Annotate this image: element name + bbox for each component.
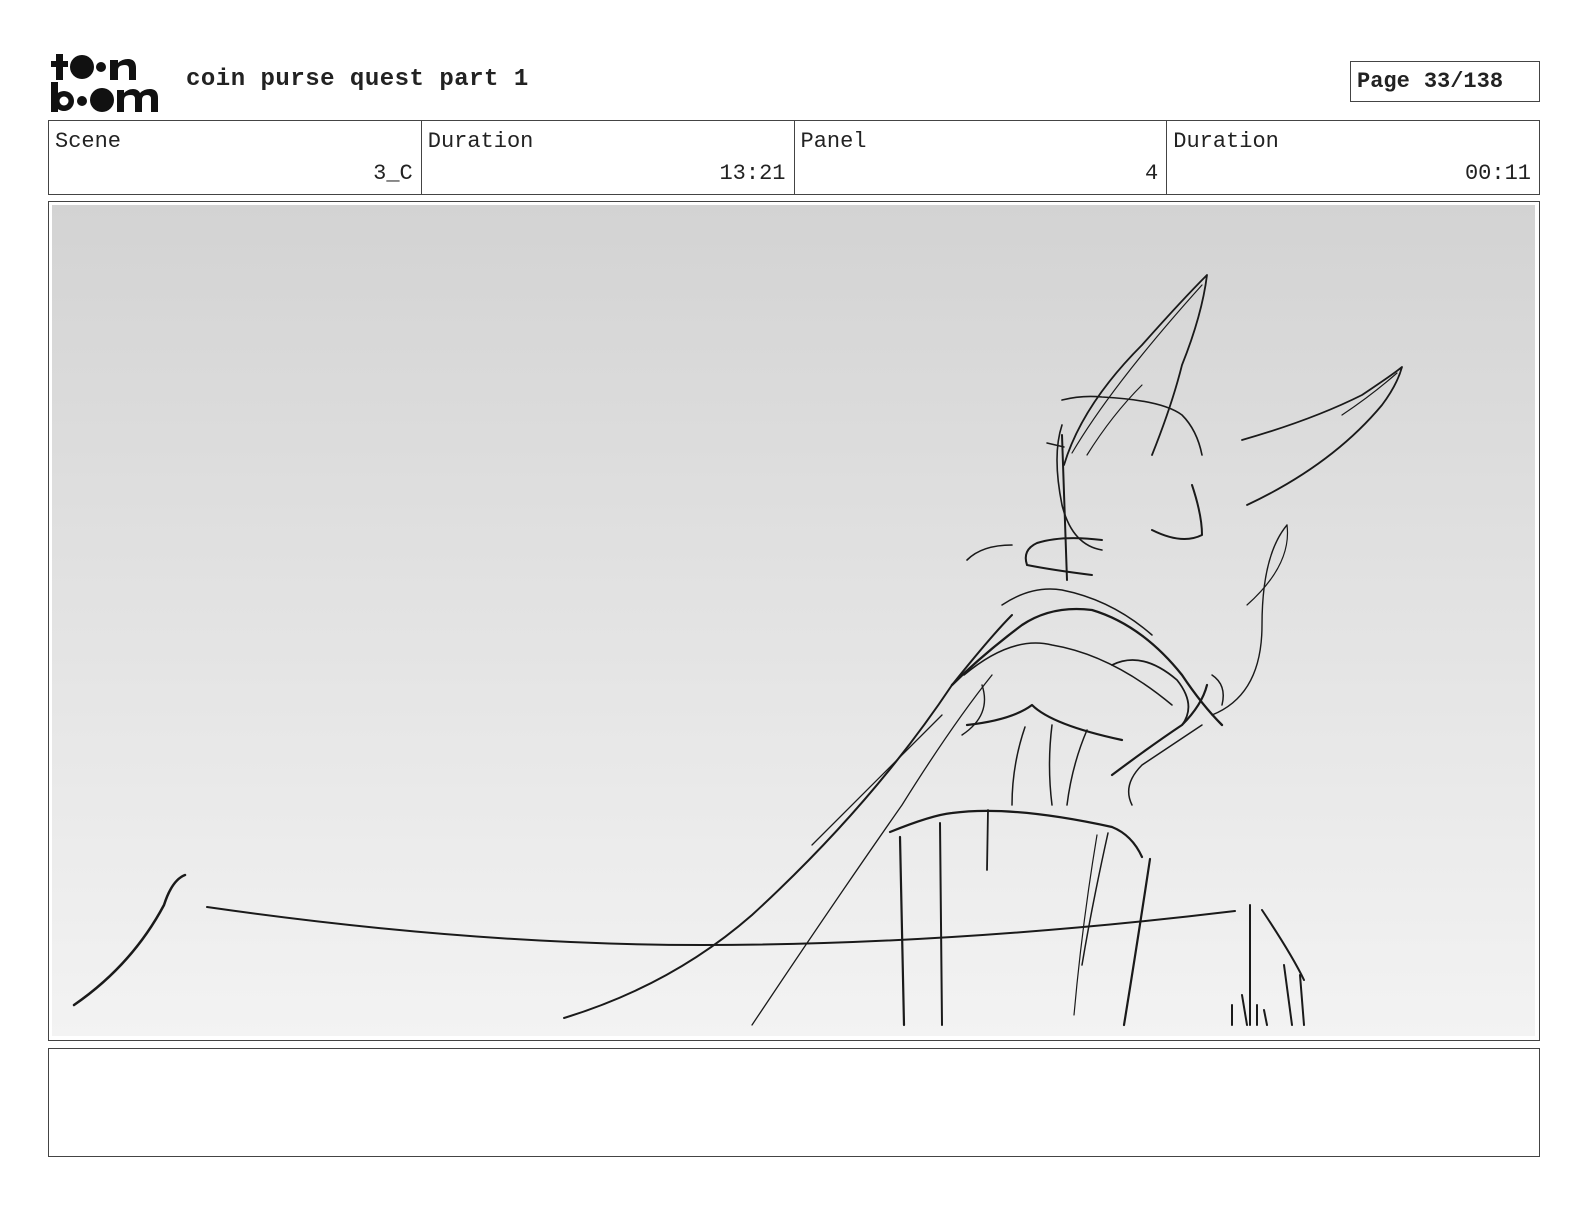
panel-cell: Panel 4 [795,121,1168,194]
scene-info-bar: Scene 3_C Duration 13:21 Panel 4 Duratio… [48,120,1540,195]
panel-sketch [52,205,1535,1036]
panel-duration-cell: Duration 00:11 [1167,121,1539,194]
scene-cell: Scene 3_C [49,121,422,194]
scene-label: Scene [55,129,122,154]
storyboard-panel [48,201,1540,1041]
scene-value: 3_C [373,161,413,186]
panel-value: 4 [1145,161,1159,186]
panel-duration-label: Duration [1173,129,1279,154]
scene-duration-value: 13:21 [719,161,786,186]
toon-boom-logo [51,54,158,112]
panel-duration-value: 00:11 [1464,161,1531,186]
scene-duration-cell: Duration 13:21 [422,121,795,194]
page-indicator: Page 33/138 [1350,61,1540,102]
panel-label: Panel [800,129,867,154]
page-label: Page [1357,69,1410,94]
scene-duration-label: Duration [427,129,534,154]
project-title: coin purse quest part 1 [186,66,529,93]
page-number: 33/138 [1423,69,1504,94]
panel-notes-box [48,1048,1540,1157]
